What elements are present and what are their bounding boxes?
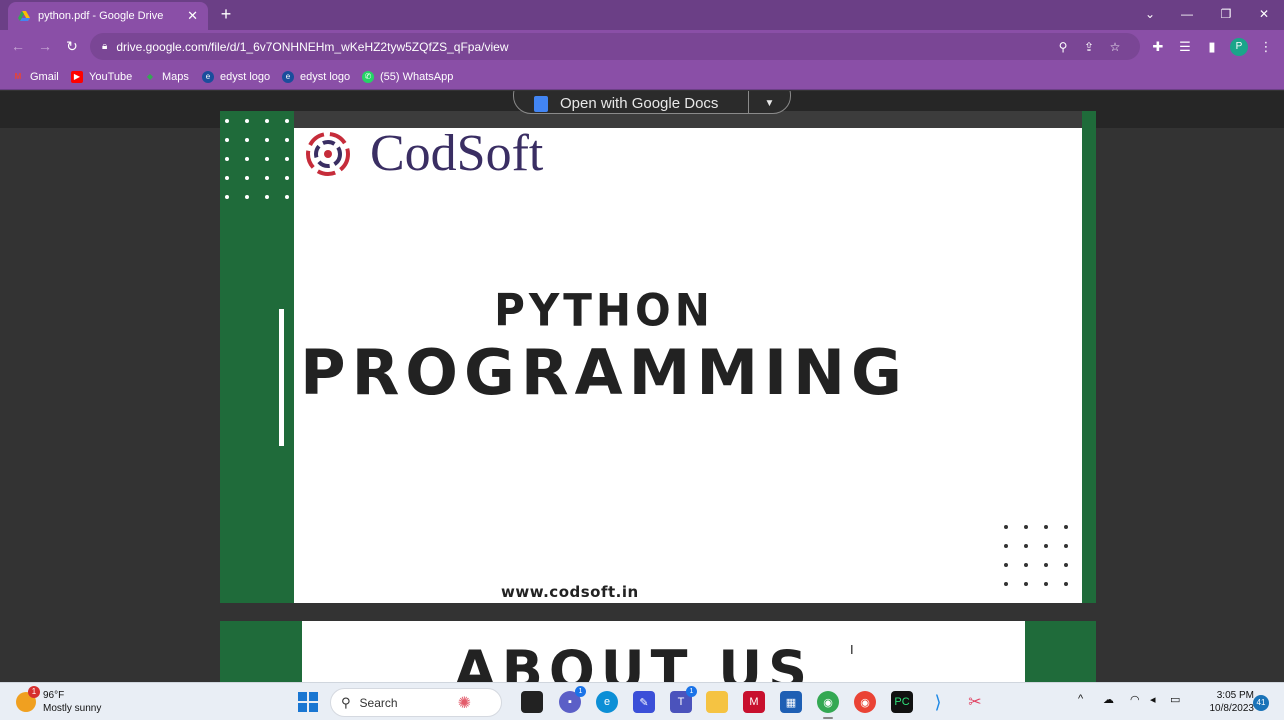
pen-app-icon[interactable]: ✎ (633, 691, 655, 713)
bookmarks-bar: M Gmail ▶ YouTube ◆ Maps e edyst logo e … (0, 63, 1284, 90)
teams-icon[interactable]: T1 (670, 686, 697, 713)
edyst-icon: e (202, 70, 214, 83)
bookmark-label: edyst logo (300, 70, 351, 83)
search-label: Search (359, 695, 398, 710)
tab-search-icon[interactable]: ⌄ (1138, 4, 1162, 24)
chrome-icon[interactable]: ◉ (854, 691, 876, 713)
onedrive-icon[interactable]: ☁ (1103, 693, 1114, 706)
minimize-button[interactable]: — (1175, 4, 1199, 24)
clock-time: 3:05 PM (1216, 690, 1254, 701)
edyst-icon: e (282, 70, 294, 83)
browser-tab[interactable]: python.pdf - Google Drive ✕ (8, 2, 208, 30)
profile-avatar[interactable]: P (1230, 38, 1248, 56)
codsoft-logo-icon (306, 132, 350, 176)
close-tab-icon[interactable]: ✕ (187, 8, 198, 24)
reload-button[interactable]: ↻ (62, 36, 82, 56)
windows-taskbar: 1 96°F Mostly sunny ⚲ Search ✺ ▪ 1 e ✎ T1… (0, 682, 1284, 720)
open-with-label: Open with Google Docs (560, 95, 719, 112)
extensions-icon[interactable]: ✚ (1148, 37, 1168, 57)
more-menu-icon[interactable]: ⋮ (1256, 37, 1276, 57)
pdf-page-1: CodSoft PYTHON PROGRAMMING www.codsoft.i… (220, 111, 1096, 603)
pycharm-icon[interactable]: PC (891, 691, 913, 713)
bookmark-whatsapp[interactable]: ✆ (55) WhatsApp (362, 68, 453, 85)
mcafee-icon[interactable]: M (743, 691, 765, 713)
snipping-tool-icon[interactable]: ✂ (964, 691, 986, 713)
bookmark-gmail[interactable]: M Gmail (12, 68, 59, 85)
weather-temp: 96°F (43, 690, 65, 701)
close-window-button[interactable]: ✕ (1252, 4, 1276, 24)
codsoft-logo: CodSoft (304, 124, 543, 184)
bookmark-star-icon[interactable]: ☆ (1102, 40, 1128, 54)
open-with-button[interactable]: Open with Google Docs (514, 91, 749, 113)
bookmark-label: (55) WhatsApp (380, 70, 454, 83)
bookmark-edyst-1[interactable]: e edyst logo (202, 68, 270, 85)
website-url: www.codsoft.in (501, 583, 639, 601)
chevron-up-icon[interactable]: ^ (1078, 693, 1083, 705)
decorative-dots-top (225, 119, 305, 199)
notification-badge[interactable]: 41 (1253, 695, 1269, 711)
file-explorer-icon[interactable] (706, 691, 728, 713)
slide-heading-about-us: ABOUT US (453, 639, 814, 682)
chrome-profile-icon[interactable]: ◉ (817, 691, 839, 719)
google-docs-icon (534, 95, 548, 112)
pdf-page-2: ABOUT US (220, 621, 1096, 682)
weather-desc: Mostly sunny (43, 703, 102, 714)
restore-button[interactable]: ❐ (1214, 4, 1238, 24)
lock-icon: 🔒︎ (102, 41, 108, 52)
taskbar-search[interactable]: ⚲ Search ✺ (330, 688, 502, 717)
text-cursor-icon: I (850, 642, 854, 657)
bookmark-youtube[interactable]: ▶ YouTube (71, 68, 132, 85)
volume-icon[interactable]: ◂ (1150, 693, 1156, 706)
maps-icon: ◆ (146, 72, 154, 81)
pdf-viewer: CodSoft PYTHON PROGRAMMING www.codsoft.i… (0, 91, 1284, 682)
back-button[interactable]: ← (8, 36, 28, 56)
weather-badge: 1 (28, 686, 40, 698)
decorative-dots-bottom (1004, 525, 1084, 586)
gmail-icon: M (14, 72, 22, 81)
youtube-icon: ▶ (71, 70, 83, 83)
battery-icon[interactable]: ▭ (1170, 693, 1180, 706)
chat-icon[interactable]: ▪ 1 (559, 686, 586, 713)
page-content: CodSoft PYTHON PROGRAMMING www.codsoft.i… (294, 125, 1084, 603)
whatsapp-icon: ✆ (362, 70, 374, 83)
side-panel-icon[interactable]: ▮ (1202, 37, 1222, 57)
zoom-icon[interactable]: ⚲ (1050, 40, 1076, 54)
google-drive-icon (18, 10, 30, 22)
bookmark-label: Gmail (30, 70, 59, 83)
share-icon[interactable]: ⇪ (1076, 40, 1102, 54)
search-icon: ⚲ (341, 694, 351, 710)
bookmark-edyst-2[interactable]: e edyst logo (282, 68, 350, 85)
slide-title-python: PYTHON (494, 284, 714, 337)
reading-list-icon[interactable]: ☰ (1175, 37, 1195, 57)
forward-button[interactable]: → (35, 36, 55, 56)
tab-title: python.pdf - Google Drive (38, 10, 164, 22)
open-with-google-docs: Open with Google Docs ▼ (513, 91, 791, 114)
vscode-icon[interactable]: ⟩ (927, 691, 949, 713)
edge-icon[interactable]: e (596, 691, 618, 713)
weather-widget[interactable]: 1 96°F Mostly sunny (16, 686, 102, 715)
bookmark-label: Maps (162, 70, 189, 83)
address-bar[interactable]: 🔒︎ drive.google.com/file/d/1_6v7ONHNEHm_… (90, 33, 1140, 60)
clock-date: 10/8/2023 (1209, 703, 1255, 714)
bookmark-label: edyst logo (220, 70, 271, 83)
task-view-icon[interactable] (521, 691, 543, 713)
accent-bar (279, 309, 284, 446)
browser-toolbar: ← → ↻ 🔒︎ drive.google.com/file/d/1_6v7ON… (0, 30, 1284, 63)
bookmark-label: YouTube (89, 70, 133, 83)
new-tab-button[interactable]: + (218, 4, 234, 24)
chevron-down-icon[interactable]: ▼ (749, 91, 790, 109)
search-highlight-icon: ✺ (457, 694, 471, 712)
logo-text: CodSoft (370, 125, 544, 182)
page-content: ABOUT US (302, 621, 1025, 682)
system-clock[interactable]: 3:05 PM 10/8/2023 (1196, 689, 1255, 715)
windows-start-icon[interactable] (297, 691, 319, 713)
sun-icon: 1 (16, 686, 40, 712)
url-text: drive.google.com/file/d/1_6v7ONHNEHm_wKe… (116, 39, 509, 54)
store-icon[interactable]: ▦ (780, 691, 802, 713)
slide-title-programming: PROGRAMMING (300, 336, 908, 409)
wifi-icon[interactable]: ◠ (1130, 693, 1140, 706)
bookmark-maps[interactable]: ◆ Maps (144, 68, 189, 85)
tab-strip: python.pdf - Google Drive ✕ + ⌄ — ❐ ✕ (0, 0, 1284, 30)
